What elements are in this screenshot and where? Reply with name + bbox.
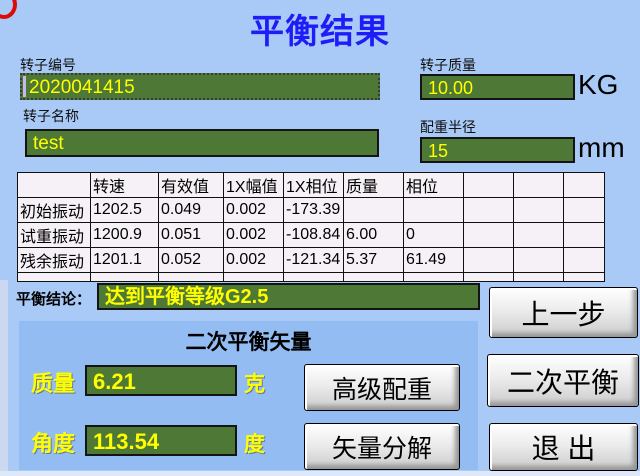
table-cell: 0.002: [223, 197, 284, 223]
table-header-cell: [513, 172, 564, 198]
previous-step-button[interactable]: 上一步: [489, 287, 638, 338]
table-cell: 0.051: [158, 222, 224, 248]
rotor-mass-unit: KG: [578, 69, 619, 100]
balance-angle-field[interactable]: 113.54: [85, 425, 237, 456]
rotor-mass-value: 10.00: [428, 78, 474, 98]
weight-radius-value: 15: [428, 141, 449, 161]
exit-button[interactable]: 退 出: [489, 423, 638, 471]
weight-radius-label: 配重半径: [420, 119, 476, 135]
rotor-mass-label: 转子质量: [420, 57, 476, 73]
table-cell: 1202.5: [90, 197, 159, 223]
table-cell: [513, 197, 564, 223]
table-cell: [563, 247, 605, 273]
table-cell: 0.049: [158, 197, 224, 223]
row-label: 初始振动: [17, 197, 91, 223]
rotor-mass-input[interactable]: 10.00: [420, 74, 575, 100]
secondary-balance-button[interactable]: 二次平衡: [487, 354, 639, 407]
conclusion-label: 平衡结论：: [16, 291, 92, 308]
table-header-cell: [563, 172, 605, 198]
balance-angle-value: 113.54: [93, 429, 160, 454]
table-cell: [563, 222, 605, 248]
table-cell: 5.37: [343, 247, 404, 273]
table-cell: [513, 222, 564, 248]
table-cell: 1200.9: [90, 222, 159, 248]
table-cell: 1201.1: [90, 247, 159, 273]
table-header-cell: 转速: [90, 172, 159, 198]
window-bottom-edge: [0, 471, 640, 476]
table-cell: 61.49: [403, 247, 464, 273]
table-cell: -108.84: [283, 222, 344, 248]
table-cell: 0.002: [223, 247, 284, 273]
table-header-cell: 1X幅值: [223, 172, 284, 198]
conclusion-field: 达到平衡等级G2.5: [97, 283, 480, 310]
table-cell: -173.39: [283, 197, 344, 223]
text-cursor: [23, 76, 26, 97]
balance-mass-unit: 克: [244, 373, 265, 396]
rotor-id-label: 转子编号: [20, 57, 76, 73]
table-cell: [513, 247, 564, 273]
table-cell: [463, 247, 514, 273]
rotor-name-label: 转子名称: [23, 108, 79, 124]
table-header-cell: [17, 172, 91, 198]
balance-angle-label: 角度: [31, 431, 76, 456]
table-row-trial-vibration: 试重振动 1200.9 0.051 0.002 -108.84 6.00 0: [17, 222, 605, 248]
advanced-weight-button[interactable]: 高级配重: [304, 364, 460, 411]
balance-mass-label: 质量: [31, 371, 76, 396]
table-cell: 0.002: [223, 222, 284, 248]
table-row-initial-vibration: 初始振动 1202.5 0.049 0.002 -173.39: [17, 197, 605, 223]
table-cell: 6.00: [343, 222, 404, 248]
table-header-cell: 相位: [403, 172, 464, 198]
vibration-table: 转速 有效值 1X幅值 1X相位 质量 相位 初始振动 1202.5 0.049…: [17, 172, 605, 282]
table-header-cell: 质量: [343, 172, 404, 198]
table-cell: [563, 197, 605, 223]
table-row-residual-vibration: 残余振动 1201.1 0.052 0.002 -121.34 5.37 61.…: [17, 247, 605, 273]
table-cell: [403, 197, 464, 223]
weight-radius-unit: mm: [578, 132, 625, 163]
window-left-edge: [0, 280, 8, 476]
table-cell: [463, 222, 514, 248]
table-cell: -121.34: [283, 247, 344, 273]
rotor-id-input[interactable]: 2020041415: [20, 73, 380, 100]
conclusion-value: 达到平衡等级G2.5: [105, 286, 269, 308]
table-header-cell: 1X相位: [283, 172, 344, 198]
weight-radius-input[interactable]: 15: [420, 137, 575, 163]
table-header-cell: 有效值: [158, 172, 224, 198]
balance-angle-unit: 度: [244, 433, 265, 456]
table-cell: 0: [403, 222, 464, 248]
balance-result-window: 平衡结果 转子编号 2020041415 转子质量 10.00 KG 转子名称 …: [0, 0, 640, 476]
balance-mass-field[interactable]: 6.21: [85, 365, 237, 396]
row-label: 残余振动: [17, 247, 91, 273]
rotor-name-input[interactable]: test: [25, 129, 379, 157]
rotor-id-value: 2020041415: [29, 77, 135, 98]
secondary-balance-panel-title: 二次平衡矢量: [185, 331, 312, 354]
table-empty-row: [17, 272, 605, 282]
table-header-cell: [463, 172, 514, 198]
page-title: 平衡结果: [250, 13, 390, 51]
table-cell: [463, 197, 514, 223]
table-header-row: 转速 有效值 1X幅值 1X相位 质量 相位: [17, 172, 605, 198]
table-cell: [343, 197, 404, 223]
vector-decompose-button[interactable]: 矢量分解: [304, 423, 460, 470]
row-label: 试重振动: [17, 222, 91, 248]
rotor-name-value: test: [33, 133, 64, 154]
balance-mass-value: 6.21: [93, 369, 136, 394]
table-cell: 0.052: [158, 247, 224, 273]
